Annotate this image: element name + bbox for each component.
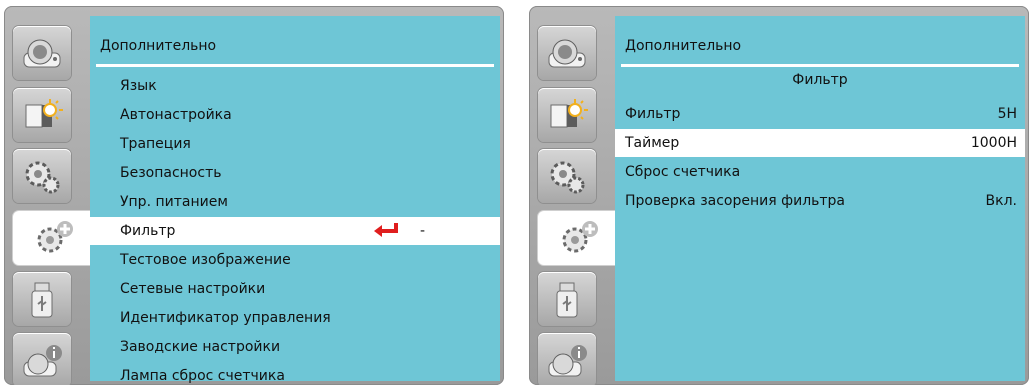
usb-icon xyxy=(31,282,53,318)
menu-item-label: Автонастройка xyxy=(120,107,232,123)
title-divider xyxy=(96,64,494,67)
menu-item-label: Лампа сброс счетчика xyxy=(120,368,285,384)
menu-item-lamp-counter-reset[interactable]: Лампа сброс счетчика xyxy=(90,362,500,385)
menu-item-label: Сетевые настройки xyxy=(120,281,266,297)
sidebar-tab-advanced[interactable] xyxy=(538,211,620,265)
menu-item-value: Вкл. xyxy=(985,193,1017,209)
settings-gears-icon xyxy=(25,161,60,194)
filter-row-filter[interactable]: Фильтр 5H xyxy=(615,100,1025,128)
menu-item-label: Идентификатор управления xyxy=(120,310,331,326)
sidebar-tab-settings[interactable] xyxy=(538,149,596,203)
menu-item-auto-setup[interactable]: Автонастройка xyxy=(90,101,500,129)
menu-item-keystone[interactable]: Трапеция xyxy=(90,130,500,158)
menu-screen-right: Дополнительно Фильтр Фильтр 5H Таймер 10… xyxy=(529,6,1029,385)
menu-screen-left: Дополнительно Язык Автонастройка Трапеци… xyxy=(4,6,504,385)
menu-item-label: Трапеция xyxy=(120,136,191,152)
sidebar-tab-information[interactable] xyxy=(538,333,596,385)
projector-icon xyxy=(23,39,61,68)
filter-row-clog-check[interactable]: Проверка засорения фильтра Вкл. xyxy=(615,187,1025,215)
page-title: Дополнительно xyxy=(625,38,742,54)
projector-icon xyxy=(548,39,586,68)
information-icon xyxy=(23,345,62,377)
menu-panel: Дополнительно Фильтр Фильтр 5H Таймер 10… xyxy=(615,16,1025,381)
menu-panel: Дополнительно Язык Автонастройка Трапеци… xyxy=(90,16,500,384)
advanced-settings-icon xyxy=(37,221,73,253)
sidebar-tab-information[interactable] xyxy=(13,333,71,385)
page-title: Дополнительно xyxy=(100,38,217,54)
sidebar-icons xyxy=(4,6,95,385)
menu-item-filter[interactable]: Фильтр - xyxy=(90,217,500,245)
filter-value: - xyxy=(420,223,426,239)
sidebar-tab-settings[interactable] xyxy=(13,149,71,203)
submenu-title: Фильтр xyxy=(792,72,848,88)
menu-item-label: Язык xyxy=(120,78,157,94)
settings-gears-icon xyxy=(550,161,585,194)
sidebar-tab-usb[interactable] xyxy=(538,272,596,326)
sidebar-tab-picture[interactable] xyxy=(538,88,596,142)
filter-row-timer[interactable]: Таймер 1000H xyxy=(615,129,1025,157)
picture-brightness-icon xyxy=(25,99,63,128)
picture-brightness-icon xyxy=(550,99,588,128)
menu-item-label: Фильтр xyxy=(625,106,681,122)
filter-row-counter-reset[interactable]: Сброс счетчика xyxy=(615,158,1025,186)
menu-item-label: Заводские настройки xyxy=(120,339,281,355)
sidebar-tab-advanced[interactable] xyxy=(13,211,95,265)
menu-item-test-pattern[interactable]: Тестовое изображение xyxy=(90,246,500,274)
usb-icon xyxy=(556,282,578,318)
menu-item-value: 1000H xyxy=(970,135,1017,151)
menu-item-control-id[interactable]: Идентификатор управления xyxy=(90,304,500,332)
menu-item-language[interactable]: Язык xyxy=(90,72,500,100)
menu-item-security[interactable]: Безопасность xyxy=(90,159,500,187)
menu-item-factory-default[interactable]: Заводские настройки xyxy=(90,333,500,361)
enter-arrow-icon xyxy=(374,223,398,237)
sidebar-tab-projector[interactable] xyxy=(538,26,596,80)
menu-item-label: Таймер xyxy=(625,135,680,151)
sidebar-icons xyxy=(529,6,620,385)
sidebar-tab-picture[interactable] xyxy=(13,88,71,142)
menu-item-label: Тестовое изображение xyxy=(120,252,291,268)
sidebar-tab-projector[interactable] xyxy=(13,26,71,80)
sidebar-tab-usb[interactable] xyxy=(13,272,71,326)
advanced-settings-icon xyxy=(562,221,598,253)
information-icon xyxy=(548,345,587,377)
menu-item-network-settings[interactable]: Сетевые настройки xyxy=(90,275,500,303)
menu-item-label: Сброс счетчика xyxy=(625,164,741,180)
menu-item-label: Фильтр xyxy=(120,223,176,239)
menu-item-value: 5H xyxy=(997,106,1017,122)
menu-item-label: Безопасность xyxy=(120,165,222,181)
menu-item-label: Проверка засорения фильтра xyxy=(625,193,846,209)
title-divider xyxy=(621,64,1019,67)
menu-item-label: Упр. питанием xyxy=(120,194,228,210)
menu-item-power-management[interactable]: Упр. питанием xyxy=(90,188,500,216)
